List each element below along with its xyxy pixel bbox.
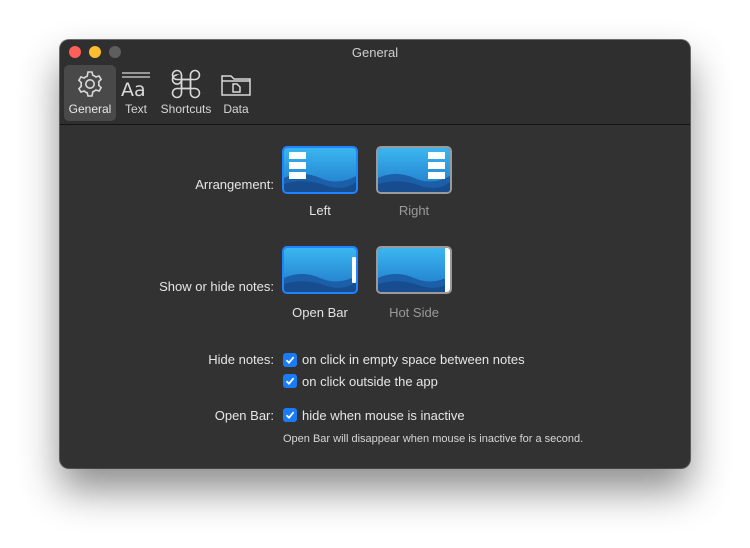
folder-icon	[221, 75, 251, 96]
hide-on-empty-space-label: on click in empty space between notes	[302, 352, 525, 367]
command-icon	[171, 69, 201, 99]
tab-shortcuts-label: Shortcuts	[160, 102, 212, 116]
text-aa-icon: Aa	[121, 72, 150, 99]
hide-notes-label: Hide notes:	[208, 352, 274, 367]
tab-general[interactable]: General	[64, 65, 116, 121]
hide-when-inactive-checkbox[interactable]	[283, 408, 297, 422]
arrangement-label: Arrangement:	[195, 177, 274, 192]
arrangement-left-label: Left	[309, 203, 331, 218]
checkmark-icon	[285, 356, 295, 365]
hot-side-option[interactable]	[376, 246, 452, 294]
open-bar-hint: Open Bar will disappear when mouse is in…	[283, 433, 584, 445]
arrangement-right-option[interactable]	[376, 146, 452, 194]
tab-text-label: Text	[124, 102, 147, 116]
arrangement-right-label: Right	[398, 203, 430, 218]
titlebar: General General Aa Text Shortcuts Data	[60, 40, 690, 125]
open-bar-option[interactable]	[282, 246, 358, 294]
svg-text:Aa: Aa	[121, 79, 146, 99]
tab-text[interactable]: Aa Text	[116, 65, 156, 121]
tab-shortcuts[interactable]: Shortcuts	[156, 65, 216, 121]
hide-on-outside-click-label: on click outside the app	[302, 374, 438, 389]
tab-data-label: Data	[223, 102, 249, 116]
tab-data[interactable]: Data	[216, 65, 256, 121]
show-hide-notes-label: Show or hide notes:	[159, 279, 274, 294]
hot-side-option-label: Hot Side	[389, 305, 439, 320]
open-bar-label: Open Bar:	[214, 408, 274, 423]
preferences-window: General General Aa Text Shortcuts Data A…	[60, 40, 690, 468]
arrangement-left-option[interactable]	[282, 146, 358, 194]
preferences-toolbar: General Aa Text Shortcuts Data	[64, 65, 256, 121]
hide-on-outside-click-checkbox[interactable]	[283, 374, 297, 388]
window-title: General	[351, 45, 399, 60]
checkmark-icon	[285, 411, 295, 420]
open-bar-option-label: Open Bar	[292, 305, 348, 320]
gear-icon	[77, 71, 103, 97]
tab-general-label: General	[68, 102, 112, 116]
checkmark-icon	[285, 377, 295, 386]
hide-when-inactive-label: hide when mouse is inactive	[302, 408, 465, 423]
hide-on-empty-space-checkbox[interactable]	[283, 353, 297, 367]
